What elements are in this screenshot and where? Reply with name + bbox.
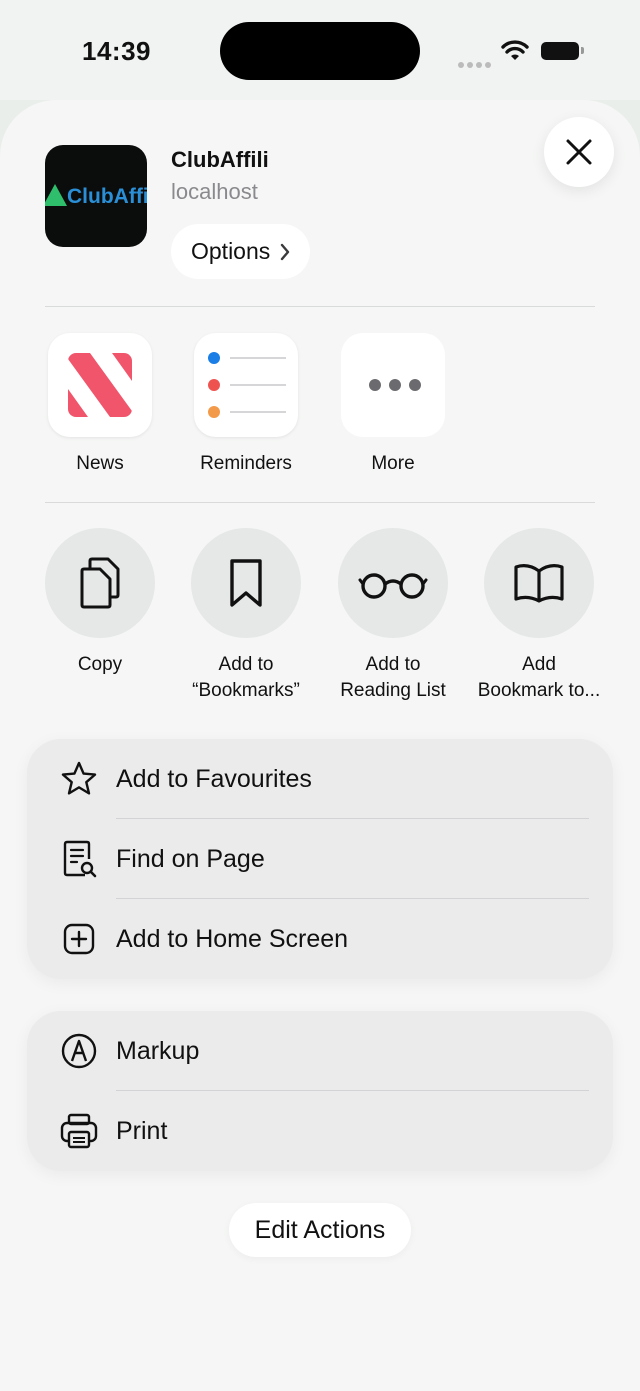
more-icon [341, 333, 445, 437]
chevron-right-icon [281, 243, 290, 260]
action-label-line1: Add to [218, 654, 274, 675]
action-label-line2: “Bookmarks” [192, 680, 300, 701]
battery-tip [581, 47, 584, 54]
site-thumbnail: ClubAffi [45, 145, 147, 247]
action-add-to-reading-list[interactable]: Add to Reading List [323, 528, 463, 704]
action-circle [338, 528, 448, 638]
action-circle [484, 528, 594, 638]
action-label-line1: Copy [77, 654, 123, 675]
options-button[interactable]: Options [171, 224, 311, 279]
site-thumbnail-logo-text: ClubAffi [67, 185, 147, 208]
menu-item-label: Print [116, 1116, 168, 1145]
plus-square-icon [59, 919, 99, 959]
printer-icon [59, 1111, 99, 1151]
cellular-signal-icon [458, 55, 494, 73]
battery-icon [541, 42, 579, 60]
action-label-line1: Add to [365, 654, 421, 675]
divider [45, 502, 595, 503]
menu-item-add-to-home-screen[interactable]: Add to Home Screen [27, 899, 613, 979]
action-label-line2: Bookmark to... [477, 680, 601, 701]
app-reminders[interactable]: Reminders [186, 333, 306, 475]
menu-item-label: Add to Home Screen [116, 924, 349, 953]
star-icon [59, 759, 99, 799]
markup-icon [59, 1031, 99, 1071]
find-on-page-icon [59, 839, 99, 879]
action-label-line1: Add [522, 654, 556, 675]
app-label: More [371, 453, 415, 474]
close-button[interactable] [544, 117, 614, 187]
action-circle [191, 528, 301, 638]
close-icon [566, 139, 592, 165]
dynamic-island [220, 22, 420, 80]
glasses-icon [358, 573, 428, 599]
logo-triangle-icon [45, 184, 67, 206]
app-news[interactable]: News [40, 333, 160, 475]
menu-item-label: Find on Page [116, 844, 265, 873]
menu-item-label: Markup [116, 1036, 200, 1065]
action-add-to-bookmarks[interactable]: Add to “Bookmarks” [176, 528, 316, 704]
wifi-icon [501, 40, 529, 60]
app-label: Reminders [200, 453, 292, 474]
menu-item-label: Add to Favourites [116, 764, 312, 793]
action-add-bookmark-to[interactable]: Add Bookmark to... [469, 528, 609, 704]
clock: 14:39 [82, 36, 151, 66]
actions-list-primary: Add to Favourites Find on Page Add to Ho… [27, 739, 613, 979]
reminders-icon [194, 333, 298, 437]
news-icon [48, 333, 152, 437]
book-icon [514, 564, 564, 603]
options-label: Options [191, 238, 271, 264]
menu-item-print[interactable]: Print [27, 1091, 613, 1171]
app-more[interactable]: More [333, 333, 453, 475]
app-label: News [76, 453, 124, 474]
bookmark-icon [230, 559, 262, 607]
menu-item-markup[interactable]: Markup [27, 1011, 613, 1091]
actions-list-secondary: Markup Print [27, 1011, 613, 1171]
menu-item-find-on-page[interactable]: Find on Page [27, 819, 613, 899]
share-subtitle: localhost [171, 179, 258, 204]
action-label-line2: Reading List [340, 680, 446, 701]
divider [45, 306, 595, 307]
share-sheet: ClubAffi ClubAffili localhost Options Ne… [0, 100, 640, 1391]
status-bar: 14:39 [0, 0, 640, 100]
action-copy[interactable]: Copy [30, 528, 170, 678]
share-title: ClubAffili [171, 147, 269, 172]
menu-item-add-to-favourites[interactable]: Add to Favourites [27, 739, 613, 819]
copy-icon [80, 557, 120, 609]
action-circle [45, 528, 155, 638]
edit-actions-button[interactable]: Edit Actions [229, 1203, 411, 1257]
